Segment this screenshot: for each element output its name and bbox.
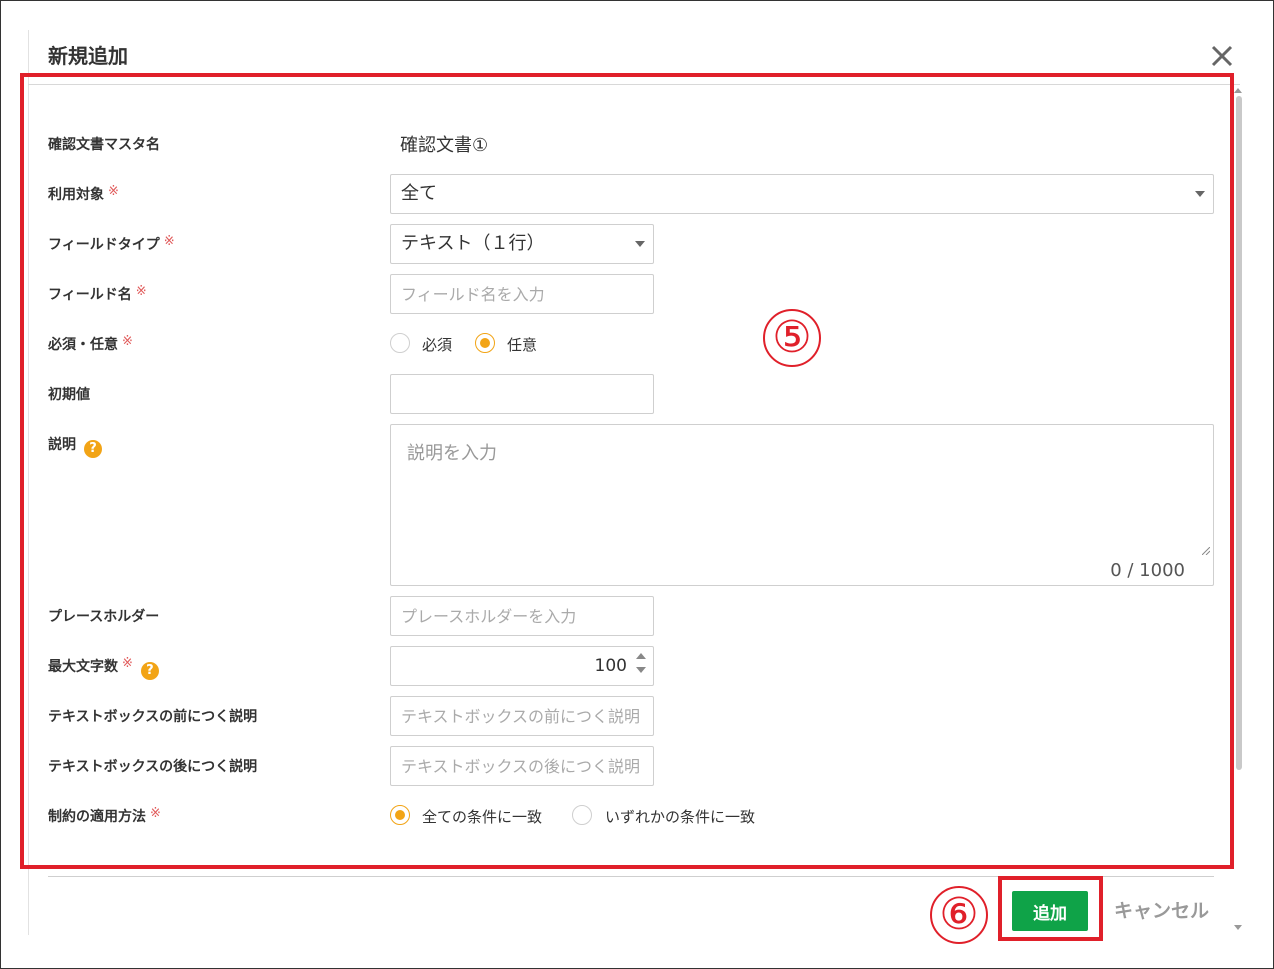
annotation-highlight-add	[998, 876, 1103, 941]
annotation-marker-6: ⑥	[930, 886, 988, 944]
annotation-highlight-form	[20, 73, 1234, 869]
close-icon[interactable]	[1208, 42, 1236, 70]
scroll-up-arrow[interactable]	[1234, 88, 1242, 93]
scroll-down-arrow[interactable]	[1234, 925, 1242, 930]
annotation-marker-5: ⑤	[763, 309, 821, 367]
cancel-button[interactable]: キャンセル	[1114, 896, 1209, 923]
scrollbar-thumb[interactable]	[1236, 96, 1242, 770]
dialog-title: 新規追加	[48, 44, 128, 68]
